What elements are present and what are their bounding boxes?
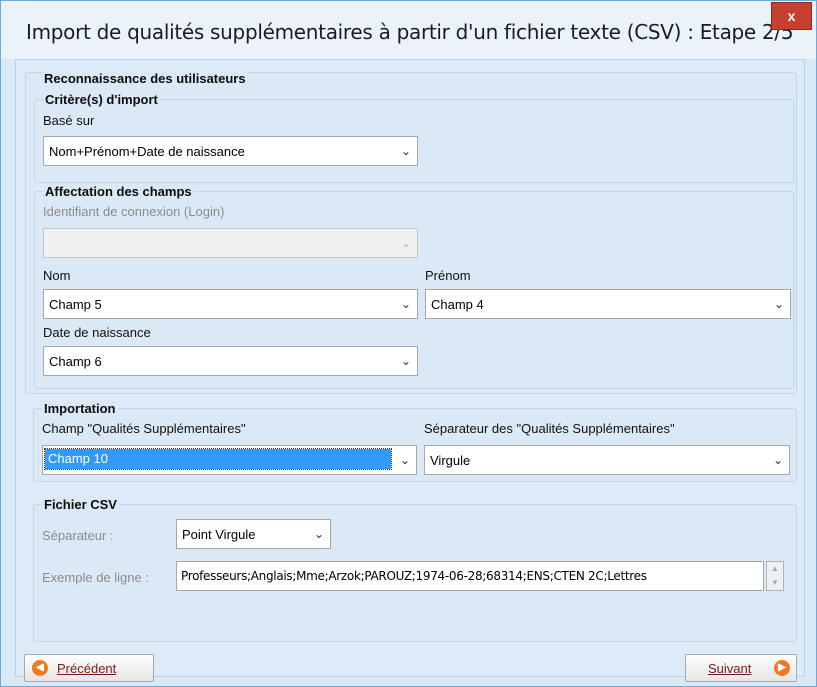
csv-title: Fichier CSV: [42, 497, 119, 512]
csv-group: Fichier CSV Séparateur : Point Virgule ⌄…: [33, 497, 797, 642]
chevron-down-icon: ⌄: [400, 354, 412, 368]
prenom-select[interactable]: Champ 4 ⌄: [425, 289, 791, 319]
login-select: ⌄: [43, 228, 418, 258]
example-line-field[interactable]: Professeurs;Anglais;Mme;Arzok;PAROUZ;197…: [176, 561, 764, 591]
criteria-group: Critère(s) d'import Basé sur Nom+Prénom+…: [34, 92, 794, 183]
criteria-title: Critère(s) d'import: [43, 92, 160, 107]
spin-up-icon: ▲: [771, 564, 779, 573]
next-button-label: Suivant: [708, 661, 752, 676]
importation-title: Importation: [42, 401, 118, 416]
recognition-group: Reconnaissance des utilisateurs Critère(…: [25, 71, 797, 394]
csv-separator-select[interactable]: Point Virgule ⌄: [176, 519, 331, 549]
dialog-window: Import de qualités supplémentaires à par…: [0, 0, 817, 687]
chevron-down-icon: ⌄: [772, 453, 784, 467]
dob-select[interactable]: Champ 6 ⌄: [43, 346, 418, 376]
close-button[interactable]: x: [771, 2, 812, 30]
based-on-label: Basé sur: [43, 113, 95, 128]
prenom-value: Champ 4: [431, 297, 484, 312]
qualites-separator-select[interactable]: Virgule ⌄: [424, 445, 790, 475]
qualites-field-select[interactable]: Champ 10 ⌄: [42, 445, 417, 475]
nom-value: Champ 5: [49, 297, 102, 312]
based-on-select[interactable]: Nom+Prénom+Date de naissance ⌄: [43, 136, 418, 166]
nom-label: Nom: [43, 268, 71, 283]
login-label: Identifiant de connexion (Login): [43, 204, 225, 219]
qualites-separator-value: Virgule: [430, 453, 471, 468]
qualites-field-value: Champ 10: [44, 448, 392, 470]
previous-button[interactable]: ◀ Précédent: [24, 654, 154, 682]
chevron-down-icon: ⌄: [313, 527, 325, 541]
fields-group: Affectation des champs Identifiant de co…: [34, 184, 794, 389]
csv-separator-value: Point Virgule: [182, 527, 256, 542]
prenom-label: Prénom: [425, 268, 471, 283]
arrow-left-circle-icon: ◀: [32, 660, 48, 676]
chevron-down-icon: ⌄: [773, 297, 785, 311]
chevron-down-icon: ⌄: [400, 297, 412, 311]
spin-down-icon: ▼: [771, 578, 779, 587]
fields-title: Affectation des champs: [43, 184, 194, 199]
qualites-field-label: Champ "Qualités Supplémentaires": [42, 421, 246, 436]
dob-value: Champ 6: [49, 354, 102, 369]
chevron-down-icon: ⌄: [400, 236, 412, 250]
dob-label: Date de naissance: [43, 325, 151, 340]
example-line-scroll[interactable]: ▲ ▼: [766, 561, 784, 591]
window-title: Import de qualités supplémentaires à par…: [26, 20, 794, 44]
dialog-body: Reconnaissance des utilisateurs Critère(…: [15, 59, 805, 682]
example-line-label: Exemple de ligne :: [42, 570, 149, 585]
recognition-title: Reconnaissance des utilisateurs: [42, 71, 248, 86]
importation-group: Importation Champ "Qualités Supplémentai…: [33, 401, 797, 482]
chevron-down-icon: ⌄: [399, 453, 411, 467]
previous-button-label: Précédent: [57, 661, 117, 676]
chevron-down-icon: ⌄: [400, 144, 412, 158]
next-button[interactable]: Suivant ▶: [685, 654, 797, 682]
based-on-value: Nom+Prénom+Date de naissance: [49, 144, 245, 159]
csv-separator-label: Séparateur :: [42, 528, 114, 543]
arrow-right-circle-icon: ▶: [774, 660, 790, 676]
qualites-separator-label: Séparateur des "Qualités Supplémentaires…: [424, 421, 675, 436]
title-bar: Import de qualités supplémentaires à par…: [1, 1, 816, 59]
nom-select[interactable]: Champ 5 ⌄: [43, 289, 418, 319]
